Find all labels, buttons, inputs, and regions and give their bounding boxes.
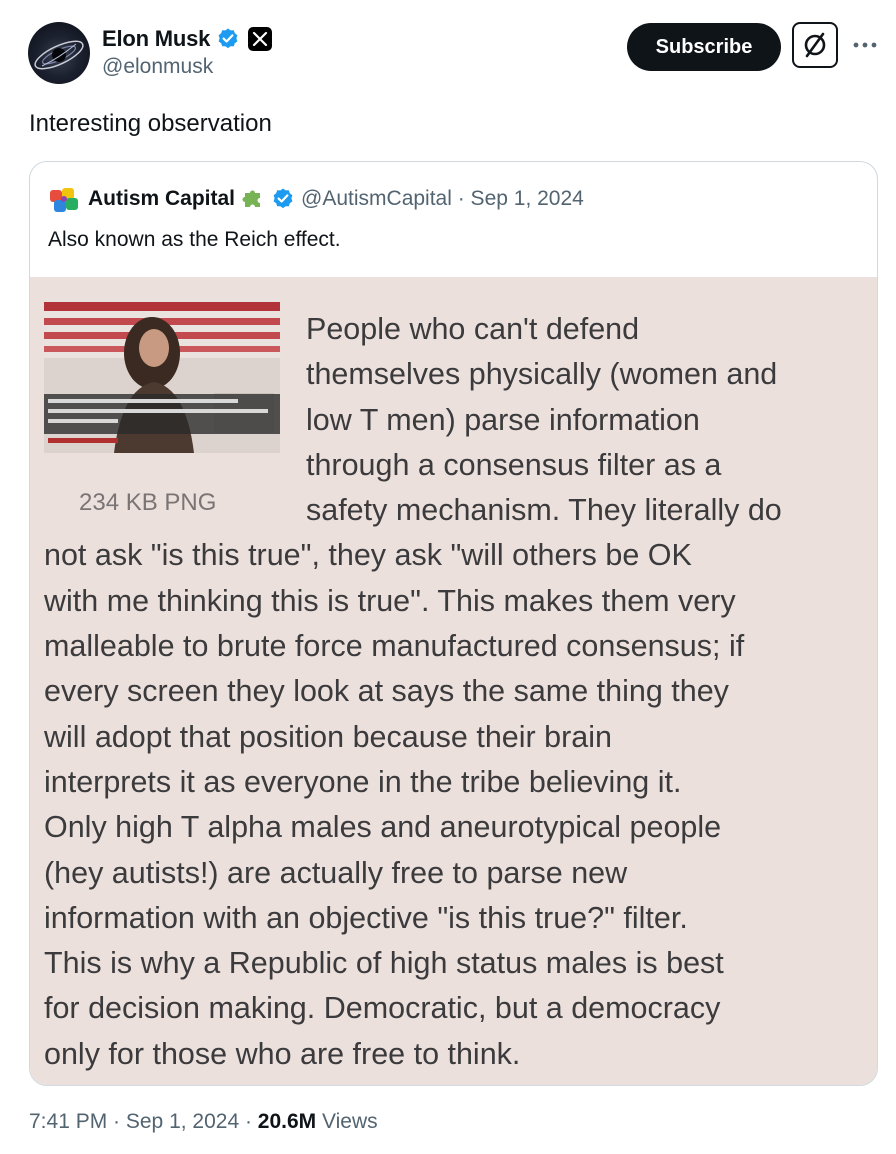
image-text-line: interprets it as everyone in the tribe b… <box>44 764 682 799</box>
views-count: 20.6M <box>257 1110 317 1133</box>
image-text-line: for decision making. Democratic, but a d… <box>44 991 721 1026</box>
quote-avatar[interactable] <box>48 182 82 216</box>
author-handle[interactable]: @elonmusk <box>102 55 272 79</box>
quote-handle-date[interactable]: @AutismCapital · Sep 1, 2024 <box>301 187 584 211</box>
image-text-line: every screen they look at says the same … <box>44 674 729 709</box>
verified-icon[interactable] <box>216 27 240 51</box>
quote-image[interactable]: 234 KB PNG People who can't defend thems… <box>30 277 877 1085</box>
subscribe-button[interactable]: Subscribe <box>627 23 781 71</box>
image-text-line: Only high T alpha males and aneurotypica… <box>44 810 722 845</box>
post-timestamp[interactable]: 7:41 PM · Sep 1, 2024 · <box>29 1110 258 1133</box>
grok-icon <box>804 32 826 58</box>
quote-text: Also known as the Reich effect. <box>48 228 341 251</box>
image-text-block: People who can't defend themselves physi… <box>44 307 874 1077</box>
quoted-tweet-card[interactable]: Autism Capital @AutismCapital · Sep 1, 2… <box>29 161 878 1086</box>
image-text-line: information with an objective "is this t… <box>44 900 688 935</box>
image-text-line: only for those who are free to think. <box>44 1036 521 1071</box>
image-text-line: themselves physically (women and <box>306 357 778 392</box>
x-logo-icon <box>248 27 273 51</box>
image-text-line: People who can't defend <box>306 312 640 346</box>
more-button[interactable] <box>850 30 880 60</box>
tweet-text: Interesting observation <box>29 110 272 137</box>
quote-header: Autism Capital @AutismCapital · Sep 1, 2… <box>48 184 584 214</box>
image-text-line: safety mechanism. They literally do <box>306 493 782 528</box>
image-text-line: (hey autists!) are actually free to pars… <box>44 855 628 890</box>
author-display-name[interactable]: Elon Musk <box>102 26 210 52</box>
image-text-line: malleable to brute force manufactured co… <box>44 629 745 664</box>
post-meta: 7:41 PM · Sep 1, 2024 · 20.6M Views <box>29 1110 378 1134</box>
verified-icon[interactable] <box>271 187 295 211</box>
post-header: Elon Musk @elonmusk Subscribe <box>28 22 880 86</box>
author-avatar[interactable] <box>28 22 90 84</box>
image-text-line: not ask "is this true", they ask "will o… <box>44 538 692 573</box>
more-icon <box>853 42 877 48</box>
image-text-line: through a consensus filter as a <box>306 447 722 482</box>
image-text-line: This is why a Republic of high status ma… <box>44 946 724 981</box>
puzzle-icon <box>241 185 265 214</box>
quote-display-name[interactable]: Autism Capital <box>88 187 235 211</box>
views-label: Views <box>316 1110 378 1133</box>
image-text-line: low T men) parse information <box>306 402 700 437</box>
image-text-line: will adopt that position because their b… <box>44 719 612 754</box>
image-text-line: with me thinking this is true". This mak… <box>44 583 736 618</box>
grok-button[interactable] <box>792 22 838 68</box>
